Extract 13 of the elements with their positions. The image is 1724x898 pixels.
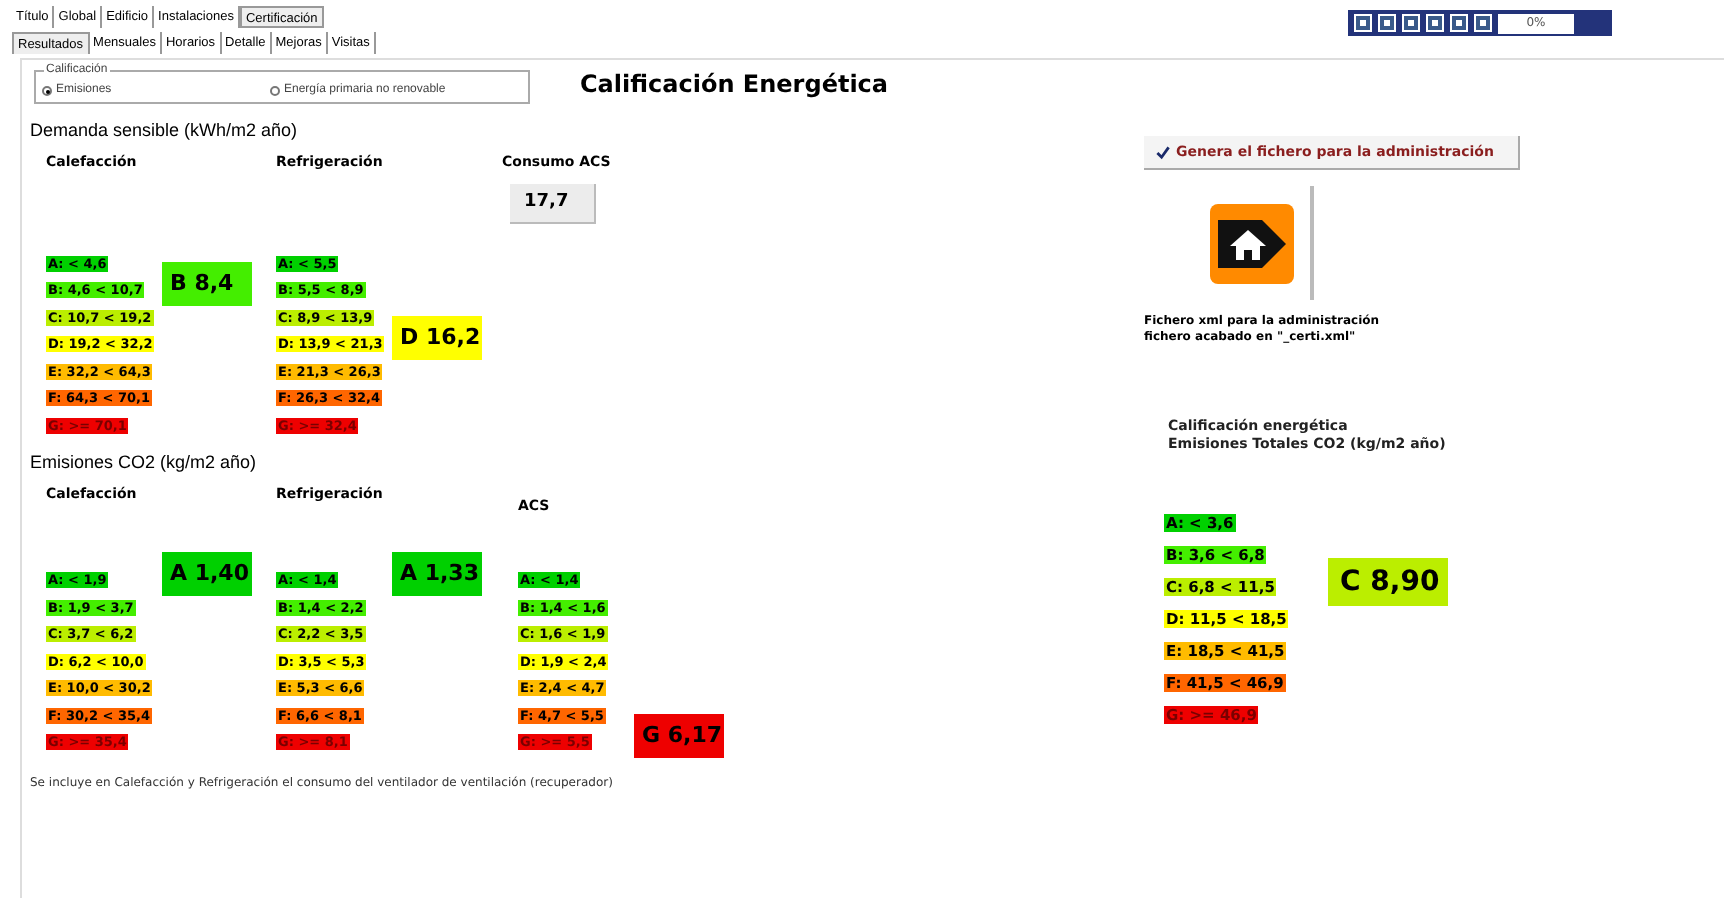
- rating-badge: A 1,33: [392, 552, 482, 597]
- acs-value: 17,7: [510, 184, 596, 224]
- page-title: Calificación Energética: [580, 68, 889, 102]
- section-title: Emisiones CO2 (kg/m2 año): [30, 449, 259, 476]
- radio-button[interactable]: [270, 86, 280, 96]
- rating-badge: G 6,17: [634, 714, 724, 759]
- section-title: Demanda sensible (kWh/m2 año): [30, 118, 300, 144]
- checkmark-icon: [1156, 145, 1170, 159]
- rating-badge: D 16,2: [392, 316, 482, 361]
- rating-badge: A 1,40: [162, 552, 252, 597]
- radio-button[interactable]: [42, 86, 52, 96]
- rating-badge: B 8,4: [162, 262, 252, 307]
- rating-badge: C 8,90: [1328, 558, 1448, 606]
